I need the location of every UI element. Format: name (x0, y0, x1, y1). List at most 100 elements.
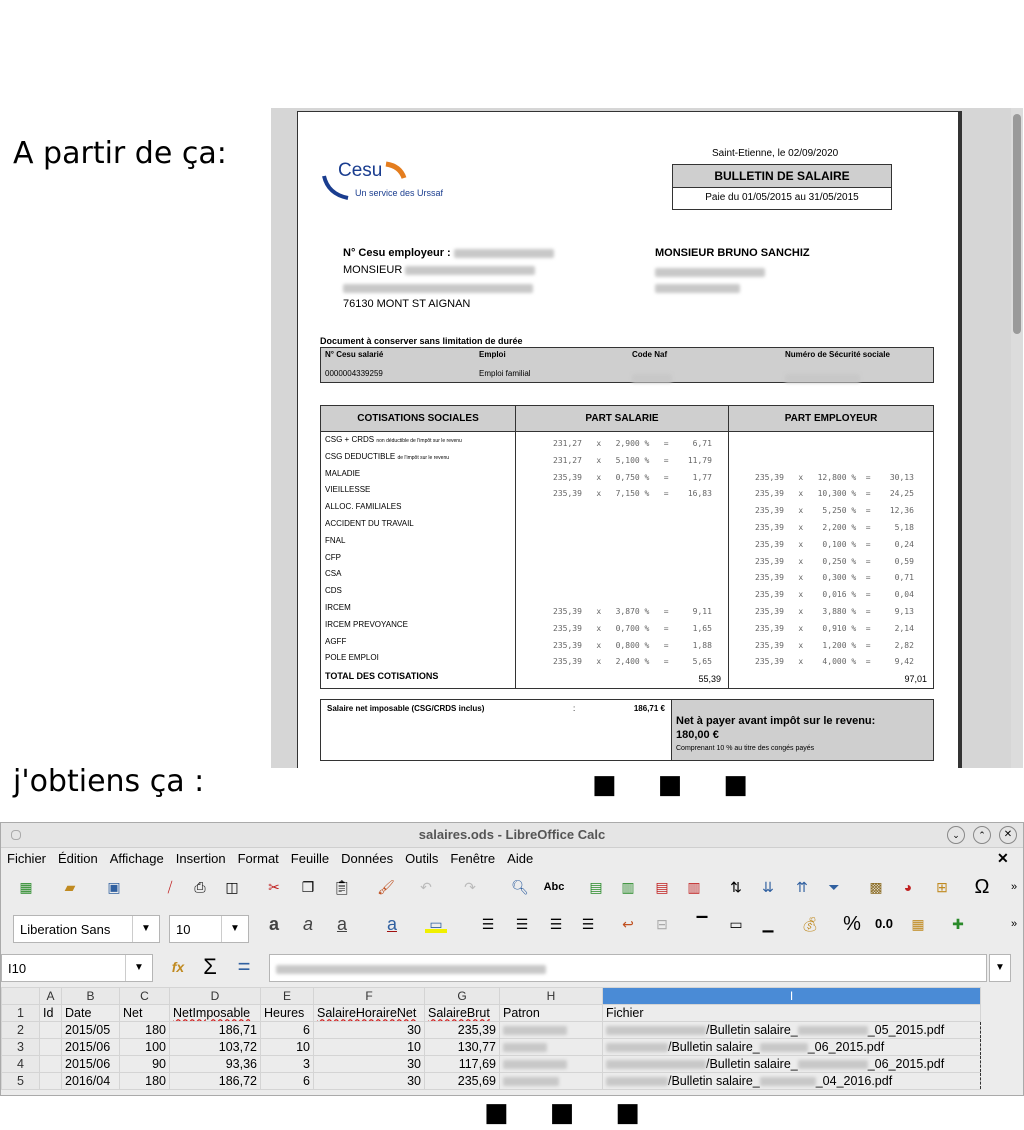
redo-icon[interactable]: ↷ (459, 876, 481, 898)
row-icon[interactable]: ▤ (585, 876, 607, 898)
menu-affichage[interactable]: Affichage (104, 848, 170, 869)
window-close-icon[interactable]: ✕ (999, 826, 1017, 844)
col-header-a[interactable]: A (39, 987, 62, 1005)
close-document-icon[interactable]: ✕ (997, 850, 1009, 867)
col-header-h[interactable]: H (499, 987, 603, 1005)
row-header[interactable]: 4 (1, 1055, 40, 1073)
toolbar-overflow-icon[interactable]: » (1003, 876, 1023, 898)
print-preview-icon[interactable]: ◫ (221, 876, 243, 898)
header-cell-patron[interactable]: Patron (499, 1004, 603, 1022)
cut-icon[interactable]: ✂ (263, 876, 285, 898)
percent-format-icon[interactable]: % (841, 913, 863, 935)
col-header-g[interactable]: G (424, 987, 500, 1005)
wrap-text-icon[interactable]: ↩ (617, 913, 639, 935)
currency-format-icon[interactable]: 💰︎ (799, 913, 821, 935)
cell-patron[interactable] (499, 1038, 603, 1056)
header-cell-heures[interactable]: Heures (260, 1004, 314, 1022)
sort-descending-icon[interactable]: ⇊ (757, 876, 779, 898)
corner-cell[interactable] (1, 987, 40, 1005)
menu-fenetre[interactable]: Fenêtre (444, 848, 501, 869)
cell-fichier[interactable]: /Bulletin salaire_ _06_2015.pdf (602, 1055, 981, 1073)
cell-net[interactable]: 100 (119, 1038, 170, 1056)
spreadsheet-grid[interactable]: A B C D E F G H I 1 Id Date Net NetImpos… (1, 987, 981, 1090)
pivot-table-icon[interactable]: ⊞ (931, 876, 953, 898)
copy-icon[interactable]: ❐ (297, 876, 319, 898)
maximize-icon[interactable]: ⌃ (973, 826, 991, 844)
sum-icon[interactable]: Σ (199, 956, 221, 978)
align-right-icon[interactable]: ☰ (545, 913, 567, 935)
find-replace-icon[interactable]: 🔍︎ (509, 876, 531, 898)
cell-salairehorairenet[interactable]: 30 (313, 1021, 425, 1039)
clone-formatting-icon[interactable]: 🖌︎ (375, 876, 397, 898)
formula-icon[interactable]: = (233, 956, 255, 978)
paste-icon[interactable]: 📋︎ (331, 876, 353, 898)
print-icon[interactable]: ⎙ (189, 876, 211, 898)
italic-icon[interactable]: a (297, 913, 319, 935)
row-header[interactable]: 5 (1, 1072, 40, 1090)
menu-feuille[interactable]: Feuille (285, 848, 335, 869)
name-box-dropdown-icon[interactable]: ▼ (125, 955, 152, 981)
menu-format[interactable]: Format (232, 848, 285, 869)
date-format-icon[interactable]: ▦ (907, 913, 929, 935)
font-size-dropdown-icon[interactable]: ▼ (221, 916, 248, 942)
header-cell-date[interactable]: Date (61, 1004, 120, 1022)
cell-patron[interactable] (499, 1072, 603, 1090)
font-name-dropdown-icon[interactable]: ▼ (132, 916, 159, 942)
add-decimal-icon[interactable]: ✚ (947, 913, 969, 935)
cell-salairehorairenet[interactable]: 10 (313, 1038, 425, 1056)
cell-salairebrut[interactable]: 130,77 (424, 1038, 500, 1056)
number-format-icon[interactable]: 0.0 (873, 913, 895, 935)
row-header[interactable]: 2 (1, 1021, 40, 1039)
menu-aide[interactable]: Aide (501, 848, 539, 869)
cell-netimposable[interactable]: 186,72 (169, 1072, 261, 1090)
cell-heures[interactable]: 6 (260, 1072, 314, 1090)
function-wizard-icon[interactable]: fx (167, 956, 189, 978)
col-header-i[interactable]: I (602, 987, 981, 1005)
pdf-scrollbar[interactable] (1011, 108, 1023, 768)
header-cell-fichier[interactable]: Fichier (602, 1004, 981, 1022)
highlight-icon[interactable]: ▭ (425, 913, 447, 933)
save-icon[interactable]: ▣ (103, 876, 125, 898)
cell-patron[interactable] (499, 1055, 603, 1073)
align-bottom-icon[interactable]: ▁ (757, 913, 779, 935)
align-left-icon[interactable]: ☰ (477, 913, 499, 935)
cell-salairebrut[interactable]: 235,39 (424, 1021, 500, 1039)
cell-net[interactable]: 180 (119, 1021, 170, 1039)
special-character-icon[interactable]: Ω (971, 876, 993, 898)
cell-net[interactable]: 180 (119, 1072, 170, 1090)
sort-ascending-icon[interactable]: ⇈ (791, 876, 813, 898)
pdf-scroll-thumb[interactable] (1013, 114, 1021, 334)
font-color-icon[interactable]: a (381, 913, 403, 935)
cell-net[interactable]: 90 (119, 1055, 170, 1073)
menu-edition[interactable]: Édition (52, 848, 104, 869)
cell-salairebrut[interactable]: 235,69 (424, 1072, 500, 1090)
expand-formula-icon[interactable]: ▼ (989, 954, 1011, 982)
menu-fichier[interactable]: Fichier (1, 848, 52, 869)
menu-insertion[interactable]: Insertion (170, 848, 232, 869)
justify-icon[interactable]: ☰ (577, 913, 599, 935)
column-icon[interactable]: ▥ (617, 876, 639, 898)
minimize-icon[interactable]: ⌄ (947, 826, 965, 844)
cell-salairehorairenet[interactable]: 30 (313, 1072, 425, 1090)
underline-icon[interactable]: a (331, 913, 353, 935)
delete-row-icon[interactable]: ▤ (651, 876, 673, 898)
merge-cells-icon[interactable]: ⊟ (651, 913, 673, 935)
align-middle-icon[interactable]: ▭ (725, 913, 747, 935)
cell-id[interactable] (39, 1055, 62, 1073)
format-toolbar-overflow-icon[interactable]: » (1003, 913, 1023, 935)
spellcheck-icon[interactable]: Abc (543, 876, 565, 898)
cell-salairehorairenet[interactable]: 30 (313, 1055, 425, 1073)
cell-salairebrut[interactable]: 117,69 (424, 1055, 500, 1073)
align-center-icon[interactable]: ☰ (511, 913, 533, 935)
col-header-e[interactable]: E (260, 987, 314, 1005)
header-cell-net[interactable]: Net (119, 1004, 170, 1022)
cell-date[interactable]: 2016/04 (61, 1072, 120, 1090)
cell-id[interactable] (39, 1038, 62, 1056)
cell-fichier[interactable]: /Bulletin salaire_ _06_2015.pdf (602, 1038, 981, 1056)
cell-netimposable[interactable]: 186,71 (169, 1021, 261, 1039)
font-size-box[interactable]: 10 ▼ (169, 915, 249, 943)
cell-date[interactable]: 2015/06 (61, 1038, 120, 1056)
name-box[interactable]: I10 ▼ (1, 954, 153, 982)
cell-fichier[interactable]: /Bulletin salaire_ _04_2016.pdf (602, 1072, 981, 1090)
cell-heures[interactable]: 10 (260, 1038, 314, 1056)
